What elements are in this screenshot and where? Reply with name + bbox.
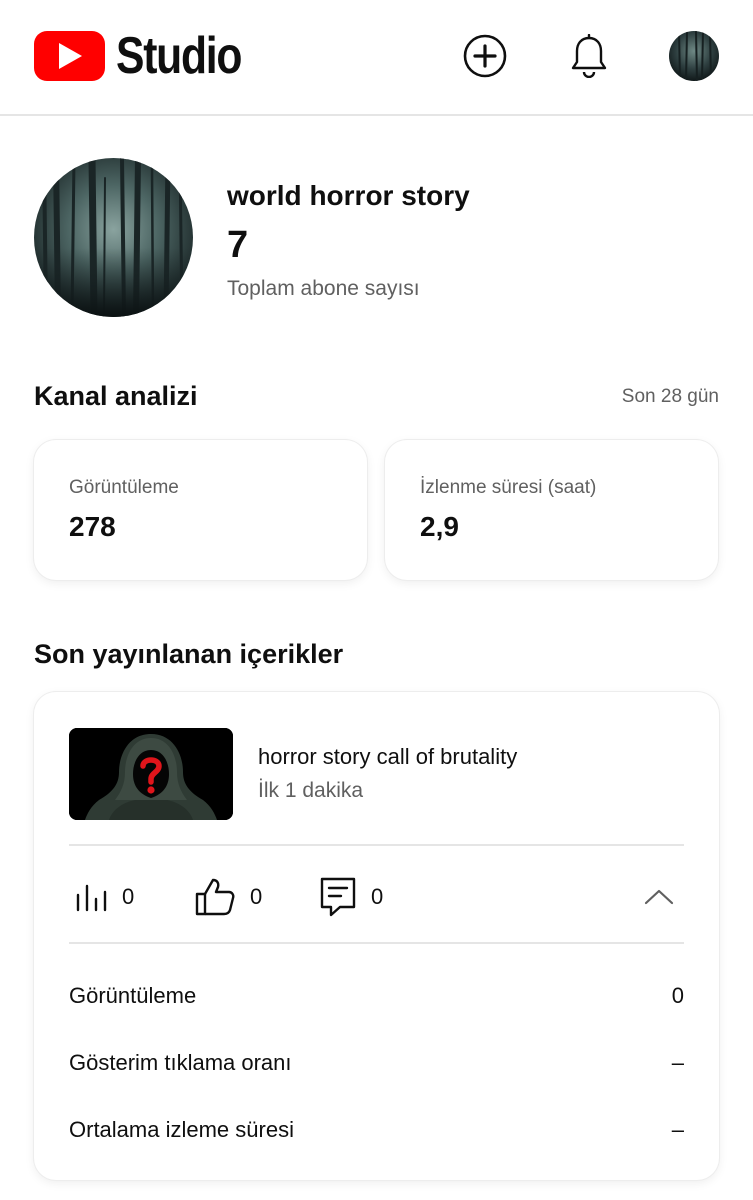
comments-metric: 0 <box>319 874 383 920</box>
divider <box>69 844 684 846</box>
comment-icon <box>320 877 356 917</box>
stat-label: Görüntüleme <box>69 477 179 498</box>
views-stat-card[interactable]: Görüntüleme 278 <box>34 440 367 580</box>
create-button[interactable] <box>462 33 508 79</box>
stat-label: İzlenme süresi (saat) <box>420 477 597 498</box>
recent-content-title: Son yayınlanan içerikler <box>34 639 344 669</box>
stat-value: 278 <box>69 511 116 542</box>
channel-name: world horror story <box>227 180 470 211</box>
video-thumbnail[interactable] <box>69 728 233 820</box>
comments-count: 0 <box>371 884 384 909</box>
detail-row-ctr: Gösterim tıklama oranı – <box>69 1047 684 1079</box>
channel-analytics-title: Kanal analizi <box>34 381 198 411</box>
account-avatar[interactable] <box>669 31 719 81</box>
detail-value: – <box>671 1117 684 1142</box>
youtube-play-icon <box>34 31 105 81</box>
detail-label: Gösterim tıklama oranı <box>69 1050 292 1075</box>
detail-row-views: Görüntüleme 0 <box>69 980 684 1012</box>
detail-value: 0 <box>671 983 684 1008</box>
detail-row-avg-view-duration: Ortalama izleme süresi – <box>69 1114 684 1146</box>
video-period: İlk 1 dakika <box>258 779 364 802</box>
subscriber-count: 7 <box>227 224 249 266</box>
likes-metric: 0 <box>194 874 262 920</box>
watch-time-stat-card[interactable]: İzlenme süresi (saat) 2,9 <box>385 440 718 580</box>
notifications-button[interactable] <box>566 33 612 79</box>
analytics-date-range: Son 28 gün <box>621 386 719 407</box>
collapse-button[interactable] <box>640 880 678 914</box>
bar-chart-icon <box>76 884 107 912</box>
likes-count: 0 <box>250 884 263 909</box>
detail-label: Görüntüleme <box>69 983 197 1008</box>
views-count: 0 <box>122 884 135 909</box>
bell-icon <box>571 34 607 78</box>
studio-logo[interactable]: Studio <box>34 28 269 84</box>
recent-video-card: horror story call of brutality İlk 1 dak… <box>34 692 719 1180</box>
thumbs-up-icon <box>195 878 235 916</box>
detail-label: Ortalama izleme süresi <box>69 1117 294 1142</box>
video-title[interactable]: horror story call of brutality <box>258 744 517 770</box>
stat-value: 2,9 <box>420 511 459 542</box>
top-app-bar: Studio <box>0 0 753 116</box>
divider <box>69 942 684 944</box>
logo-text: Studio <box>116 27 242 85</box>
detail-value: – <box>671 1050 684 1075</box>
subscriber-count-label: Toplam abone sayısı <box>227 277 420 300</box>
channel-avatar[interactable] <box>34 158 193 317</box>
views-metric: 0 <box>74 874 134 920</box>
chevron-up-icon <box>644 889 674 905</box>
plus-circle-icon <box>463 34 507 78</box>
